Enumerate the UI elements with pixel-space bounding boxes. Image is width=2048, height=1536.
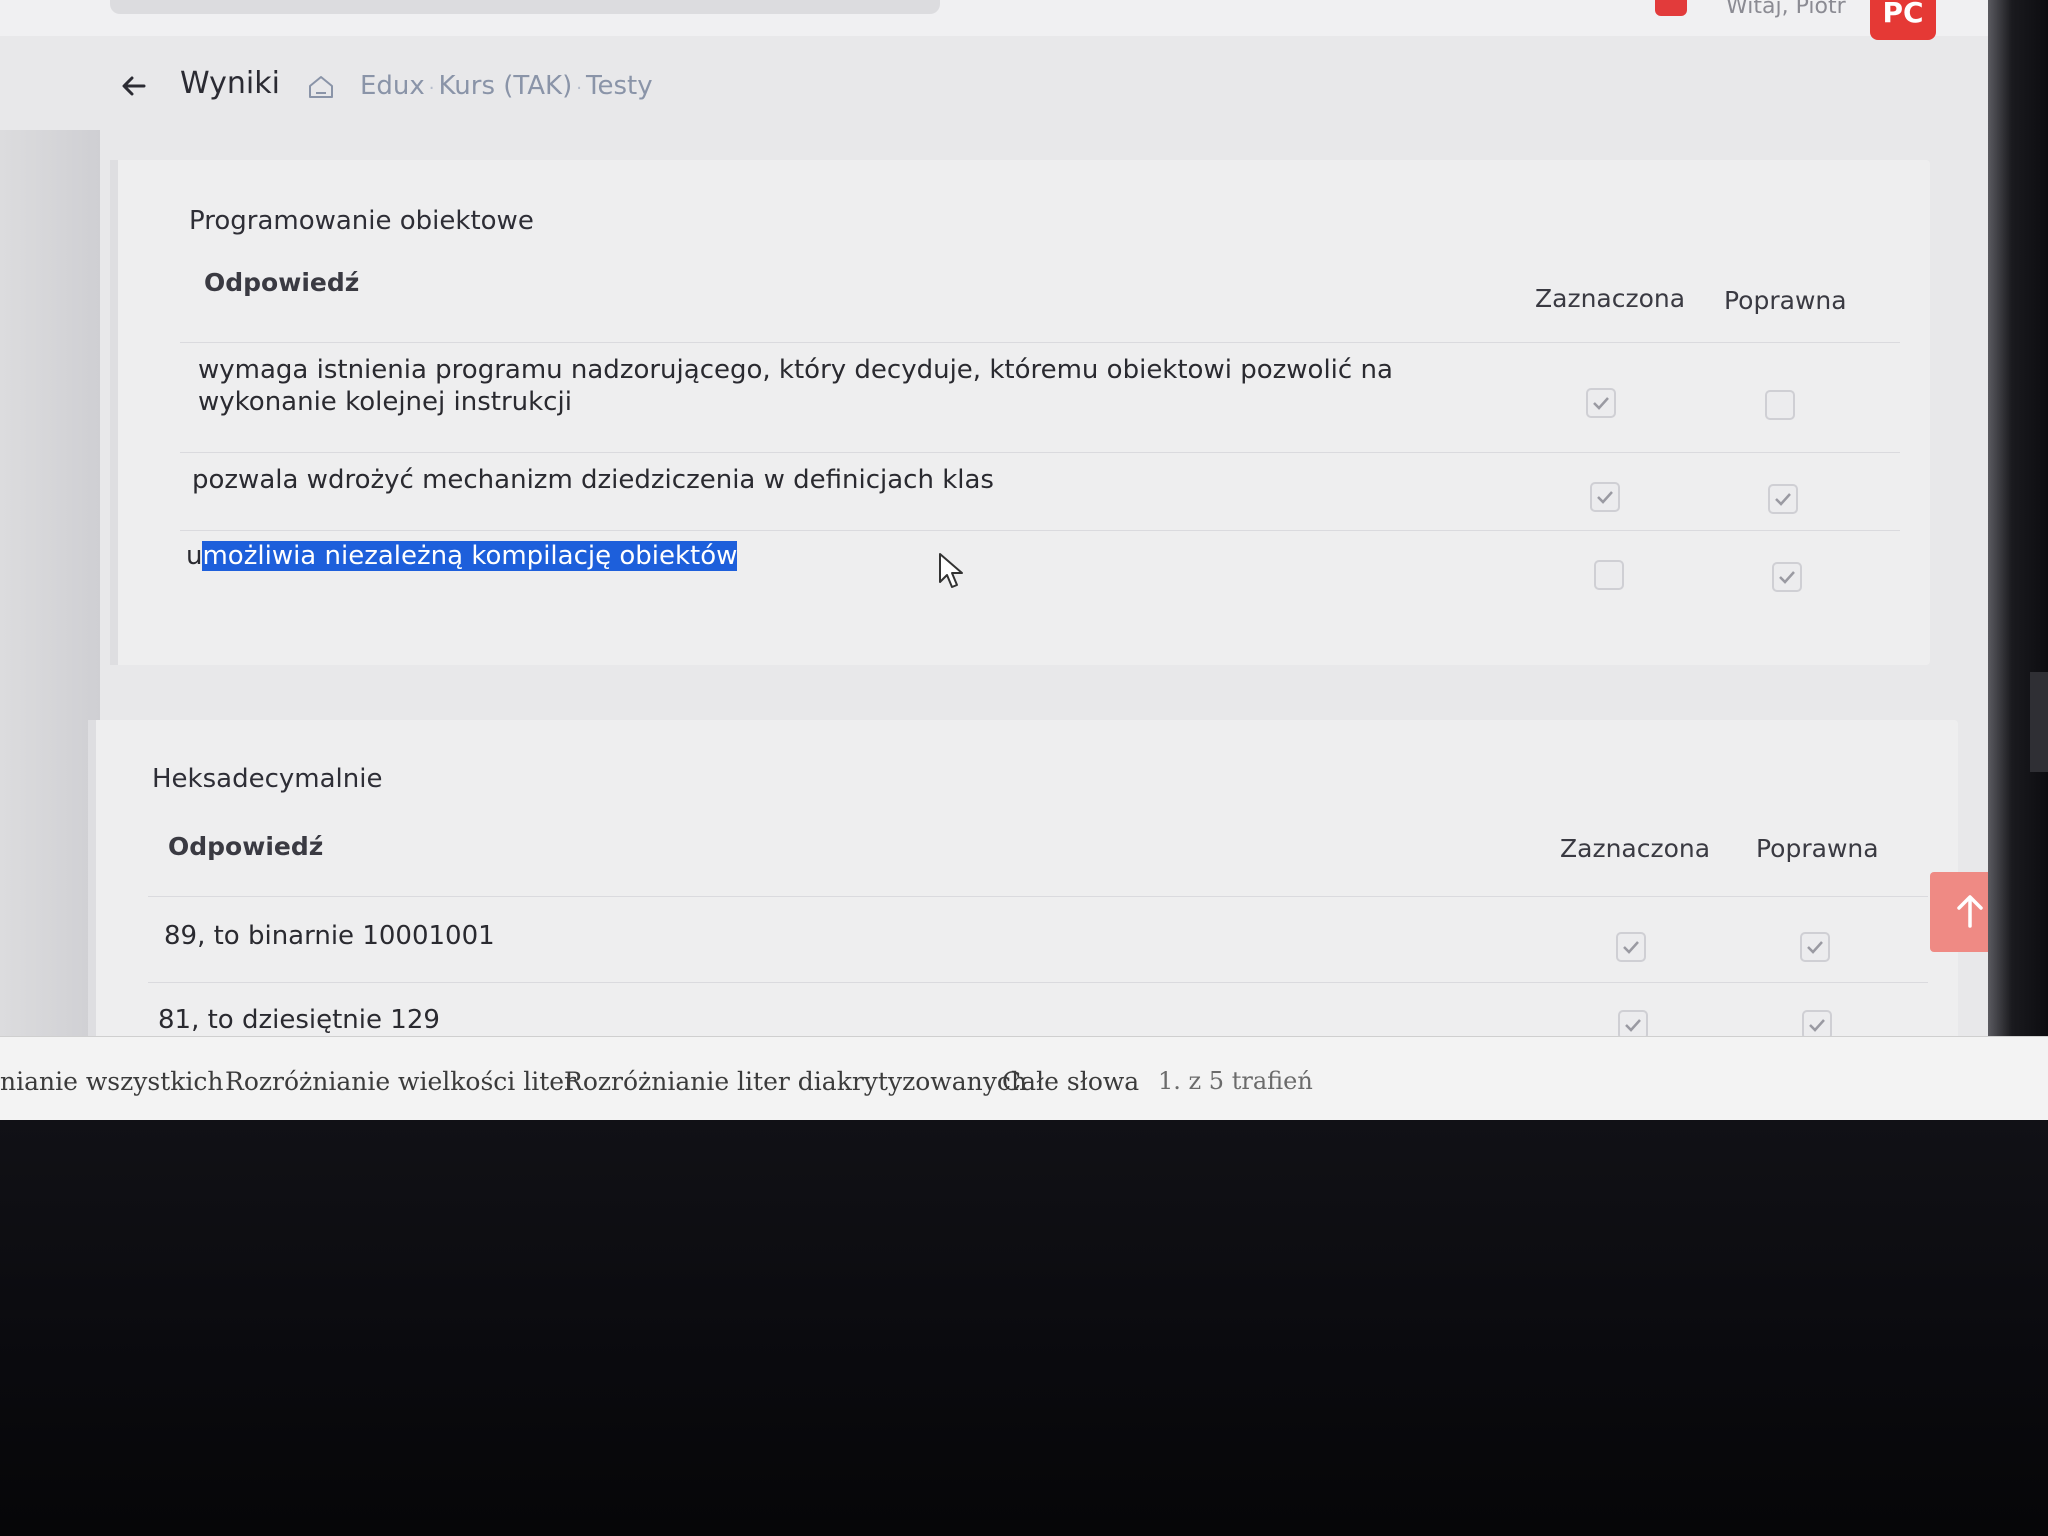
row-divider xyxy=(180,342,1900,343)
column-header-correct: Poprawna xyxy=(1756,834,1879,863)
check-icon xyxy=(1779,571,1795,584)
check-icon xyxy=(1809,1019,1825,1032)
breadcrumb-item-testy[interactable]: Testy xyxy=(586,71,653,101)
question-title: Heksadecymalnie xyxy=(152,764,383,794)
screen-bezel xyxy=(1988,0,2048,1120)
highlight-all-option[interactable]: nianie wszystkich xyxy=(0,1067,224,1096)
row-divider xyxy=(180,530,1900,531)
column-header-correct: Poprawna xyxy=(1724,286,1847,315)
find-match-status: 1. z 5 trafień xyxy=(1158,1067,1313,1095)
column-header-selected: Zaznaczona xyxy=(1535,284,1686,313)
arrow-up-icon xyxy=(1957,895,1983,928)
browser-viewport: Witaj, Piotr PC Wyniki Edux · Kurs (TAK) · T… xyxy=(0,0,2048,1120)
check-icon xyxy=(1593,397,1609,410)
breadcrumb: Edux · Kurs (TAK) · Testy xyxy=(360,71,653,101)
dark-background xyxy=(0,1120,2048,1536)
left-sidebar-shadow xyxy=(0,130,100,1040)
answer-row-1: wymaga istnienia programu nadzorującego,… xyxy=(198,354,1393,418)
check-icon xyxy=(1625,1019,1641,1032)
user-avatar[interactable]: PC xyxy=(1870,0,1936,40)
answer-text: wykonanie kolejnej instrukcji xyxy=(198,387,572,417)
answer-row-3: umożliwia niezależną kompilację obiektów xyxy=(186,540,738,572)
welcome-text: Witaj, Piotr xyxy=(1726,0,1846,19)
correct-checkbox xyxy=(1800,932,1830,962)
correct-checkbox xyxy=(1768,484,1798,514)
check-icon xyxy=(1775,493,1791,506)
arrow-left-icon[interactable] xyxy=(118,70,150,102)
question-card: Programowanie obiektowe Odpowiedź Zaznac… xyxy=(110,160,1930,665)
question-title: Programowanie obiektowe xyxy=(189,206,534,236)
column-header-answer: Odpowiedź xyxy=(204,268,360,297)
match-diacritics-option[interactable]: Rozróżnianie liter diakrytyzowanych xyxy=(564,1067,1027,1096)
notification-badge[interactable] xyxy=(1655,0,1687,16)
match-case-option[interactable]: Rozróżnianie wielkości liter xyxy=(225,1067,576,1096)
breadcrumb-item-kurs[interactable]: Kurs (TAK) xyxy=(439,71,573,101)
check-icon xyxy=(1623,941,1639,954)
text-selection: możliwia niezależną kompilację obiektów xyxy=(202,541,738,571)
page-header: Wyniki Edux · Kurs (TAK) · Testy xyxy=(0,52,1990,128)
check-icon xyxy=(1807,941,1823,954)
scrollbar-thumb[interactable] xyxy=(2030,672,2048,772)
breadcrumb-separator: · xyxy=(576,78,582,99)
check-icon xyxy=(1597,491,1613,504)
find-bar: nianie wszystkich Rozróżnianie wielkości… xyxy=(0,1036,2048,1120)
breadcrumb-item-edux[interactable]: Edux xyxy=(360,71,425,101)
column-header-answer: Odpowiedź xyxy=(168,832,324,861)
card-border xyxy=(110,160,118,665)
answer-row-2: 81, to dziesiętnie 129 xyxy=(158,1005,440,1035)
top-bar: Witaj, Piotr PC xyxy=(0,0,1990,40)
answer-row-1: 89, to binarnie 10001001 xyxy=(164,921,495,951)
top-search-field[interactable] xyxy=(110,0,940,14)
answer-text: wymaga istnienia programu nadzorującego,… xyxy=(198,355,1393,385)
selected-checkbox xyxy=(1616,932,1646,962)
breadcrumb-separator: · xyxy=(428,78,435,99)
correct-checkbox xyxy=(1772,562,1802,592)
selected-checkbox xyxy=(1594,560,1624,590)
whole-words-option[interactable]: Całe słowa xyxy=(1002,1067,1139,1096)
home-icon[interactable] xyxy=(306,72,336,102)
mouse-cursor-icon xyxy=(939,553,963,588)
column-header-selected: Zaznaczona xyxy=(1560,834,1711,863)
row-divider xyxy=(148,896,1928,897)
row-divider xyxy=(180,452,1900,453)
row-divider xyxy=(148,982,1928,983)
answer-text-prefix: u xyxy=(186,541,203,571)
selected-checkbox xyxy=(1590,482,1620,512)
answer-row-2: pozwala wdrożyć mechanizm dziedziczenia … xyxy=(192,465,994,495)
correct-checkbox xyxy=(1765,390,1795,420)
selected-checkbox xyxy=(1586,388,1616,418)
page-title: Wyniki xyxy=(180,66,280,101)
